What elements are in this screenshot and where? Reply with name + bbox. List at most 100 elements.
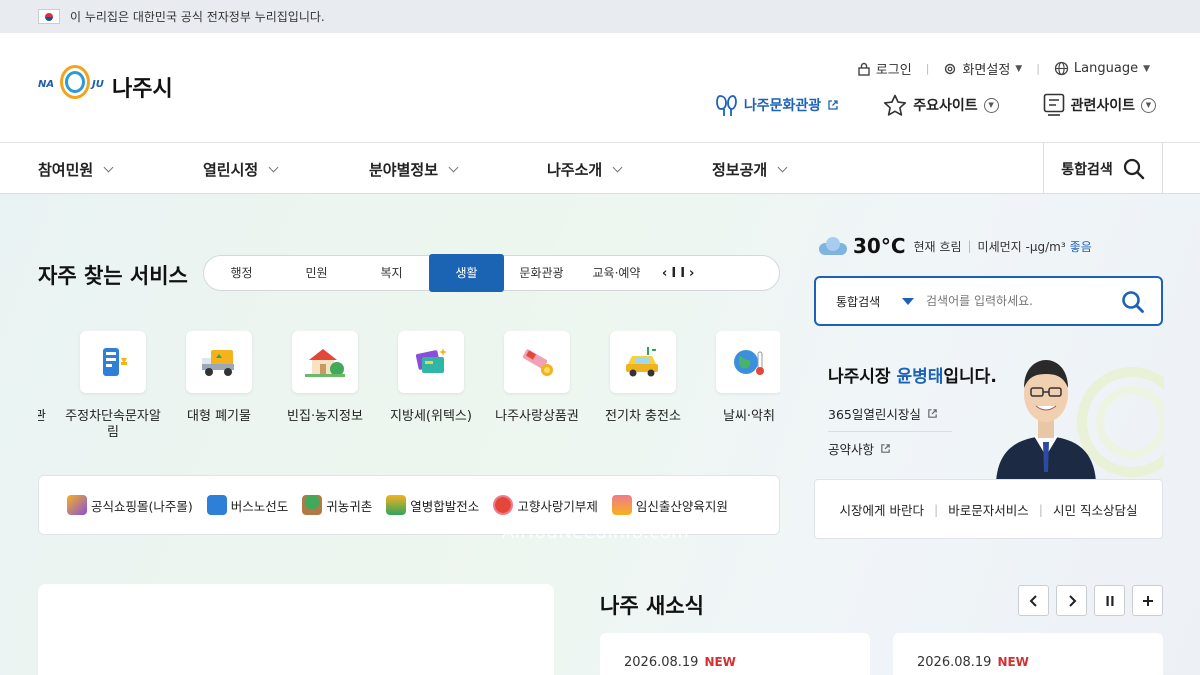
service-label: 빈집·농지정보 [287, 409, 363, 424]
news-title: 나주 새소식 [600, 594, 704, 618]
login-label: 로그인 [875, 63, 912, 78]
major-sites-button[interactable]: 주요사이트 ▼ [883, 94, 999, 117]
battery-icon [386, 495, 407, 515]
dust-level: 좋음 [1069, 239, 1092, 254]
language-button[interactable]: Language ▼ [1054, 61, 1150, 76]
main-content: 자주 찾는 서비스 행정 민원 복지 생활 문화관광 교육·예약 ‹II› 관 … [0, 194, 1200, 675]
tab-admin[interactable]: 행정 [204, 255, 279, 291]
service-item-bulk-waste[interactable]: 대형 폐기물 [166, 331, 272, 425]
service-label: 관 [38, 409, 46, 424]
external-link-icon [928, 409, 937, 418]
prev-icon[interactable]: ‹ [662, 266, 671, 281]
services-title: 자주 찾는 서비스 [38, 264, 188, 288]
watermark: AllYouNeedInfo.com [502, 522, 690, 543]
nav-item-info-disclosure[interactable]: 정보공개 [712, 159, 788, 180]
service-label: 전기차 충전소 [605, 409, 681, 424]
dust-label: 미세먼지 -µg/m³ [977, 239, 1066, 254]
voucher-icon [504, 331, 570, 393]
related-sites-button[interactable]: 관련사이트 ▼ [1043, 93, 1156, 117]
content-panel [38, 584, 554, 675]
service-item-ev-charging[interactable]: 전기차 충전소 [590, 331, 696, 425]
nav-label: 나주소개 [547, 161, 603, 179]
nav-label: 분야별정보 [369, 161, 439, 179]
search-submit-button[interactable] [1121, 290, 1145, 318]
nav-item-about-naju[interactable]: 나주소개 [547, 159, 623, 180]
star-icon [884, 94, 907, 116]
service-item-local-tax[interactable]: 지방세(위텍스) [378, 331, 484, 425]
nav-item-open-admin[interactable]: 열린시정 [203, 159, 279, 180]
new-badge: NEW [997, 655, 1029, 669]
citizen-counsel-link[interactable]: 시민 직소상담실 [1053, 500, 1137, 519]
language-label: Language [1073, 61, 1139, 76]
tab-welfare[interactable]: 복지 [354, 255, 429, 291]
quick-links: 나주문화관광 주요사이트 ▼ 관련사이트 ▼ [716, 93, 1156, 117]
chevron-right-icon [1068, 594, 1076, 607]
fav-hometown-donation[interactable]: 고향사랑기부제 [493, 495, 598, 515]
service-item-weather-odor[interactable]: 날씨·악취 [696, 331, 780, 425]
mayor-portrait [996, 360, 1096, 482]
news-next-button[interactable] [1056, 585, 1087, 616]
search-scope-select[interactable]: 통합검색 [816, 293, 926, 310]
news-pause-button[interactable] [1094, 585, 1125, 616]
fav-return-farming[interactable]: 귀농귀촌 [302, 495, 372, 515]
tab-life[interactable]: 생활 [429, 254, 504, 292]
fav-label: 버스노선도 [230, 498, 289, 514]
search-input[interactable] [926, 294, 1106, 308]
globe-icon [1054, 61, 1069, 76]
major-sites-label: 주요사이트 [913, 98, 978, 114]
logo-na: NA [38, 79, 55, 90]
house-icon [292, 331, 358, 393]
external-link-icon [828, 100, 838, 110]
service-item[interactable]: 관 [38, 331, 48, 425]
related-sites-label: 관련사이트 [1070, 98, 1135, 114]
fav-childbirth-support[interactable]: 임신출산양육지원 [611, 495, 728, 515]
pause-icon[interactable]: II [671, 266, 689, 281]
logo-text: 나주시 [112, 77, 173, 102]
nav-label: 열린시정 [203, 161, 259, 179]
news-controls [1018, 585, 1163, 616]
news-date: 2026.08.19 [624, 655, 699, 670]
mayor-name: 윤병태 [896, 367, 944, 387]
tab-civil[interactable]: 민원 [279, 255, 354, 291]
wish-to-mayor-link[interactable]: 시장에게 바란다 [840, 500, 924, 519]
pledges-link[interactable]: 공약사항 [828, 439, 891, 458]
integrated-search-button[interactable]: 통합검색 [1043, 143, 1163, 194]
nav-item-participation[interactable]: 참여민원 [38, 159, 114, 180]
culture-tour-link[interactable]: 나주문화관광 [716, 93, 839, 117]
nav-label: 정보공개 [712, 161, 768, 179]
gov-banner-text: 이 누리집은 대한민국 공식 전자정부 누리집입니다. [70, 10, 325, 24]
next-icon[interactable]: › [689, 266, 698, 281]
news-date: 2026.08.19 [917, 655, 992, 670]
service-item-parking-sms[interactable]: 주정차단속문자알림 [60, 331, 166, 441]
bus-icon [206, 495, 227, 515]
news-more-button[interactable] [1132, 585, 1163, 616]
chevron-down-icon [103, 162, 114, 173]
caret-down-icon: ▼ [1015, 63, 1023, 74]
nav-item-field-info[interactable]: 분야별정보 [369, 159, 459, 180]
display-settings-button[interactable]: 화면설정 ▼ [943, 59, 1022, 78]
tab-education-booking[interactable]: 교육·예약 [579, 255, 654, 291]
divider [828, 431, 952, 432]
search-icon [1123, 158, 1144, 179]
fav-bus-route[interactable]: 버스노선도 [206, 495, 289, 515]
site-logo[interactable]: NA JU 나주시 [38, 65, 173, 109]
service-item-gift-certificate[interactable]: 나주사랑상품권 [484, 331, 590, 425]
service-item-empty-house-farmland[interactable]: 빈집·농지정보 [272, 331, 378, 425]
fav-naju-mall[interactable]: 공식쇼핑몰(나주몰) [67, 495, 193, 515]
header: NA JU 나주시 로그인 | 화면설정 ▼ | Language ▼ 나주문화… [0, 33, 1200, 143]
service-label: 날씨·악취 [723, 409, 775, 424]
mayor-action-links: 시장에게 바란다 | 바로문자서비스 | 시민 직소상담실 [814, 479, 1163, 539]
chevron-down-icon [612, 162, 623, 173]
login-link[interactable]: 로그인 [857, 59, 912, 78]
fav-cogeneration-plant[interactable]: 열병합발전소 [386, 495, 479, 515]
chevron-down-icon [268, 162, 279, 173]
news-card[interactable]: 2026.08.19 NEW [893, 633, 1163, 675]
news-prev-button[interactable] [1018, 585, 1049, 616]
service-label: 대형 폐기물 [187, 409, 251, 424]
chevron-down-icon [448, 162, 459, 173]
sms-service-link[interactable]: 바로문자서비스 [948, 500, 1029, 519]
news-card[interactable]: 2026.08.19 NEW [600, 633, 870, 675]
tab-culture-tour[interactable]: 문화관광 [504, 255, 579, 291]
chevron-down-icon [777, 162, 788, 173]
open-mayor-office-link[interactable]: 365일열린시장실 [828, 404, 938, 423]
